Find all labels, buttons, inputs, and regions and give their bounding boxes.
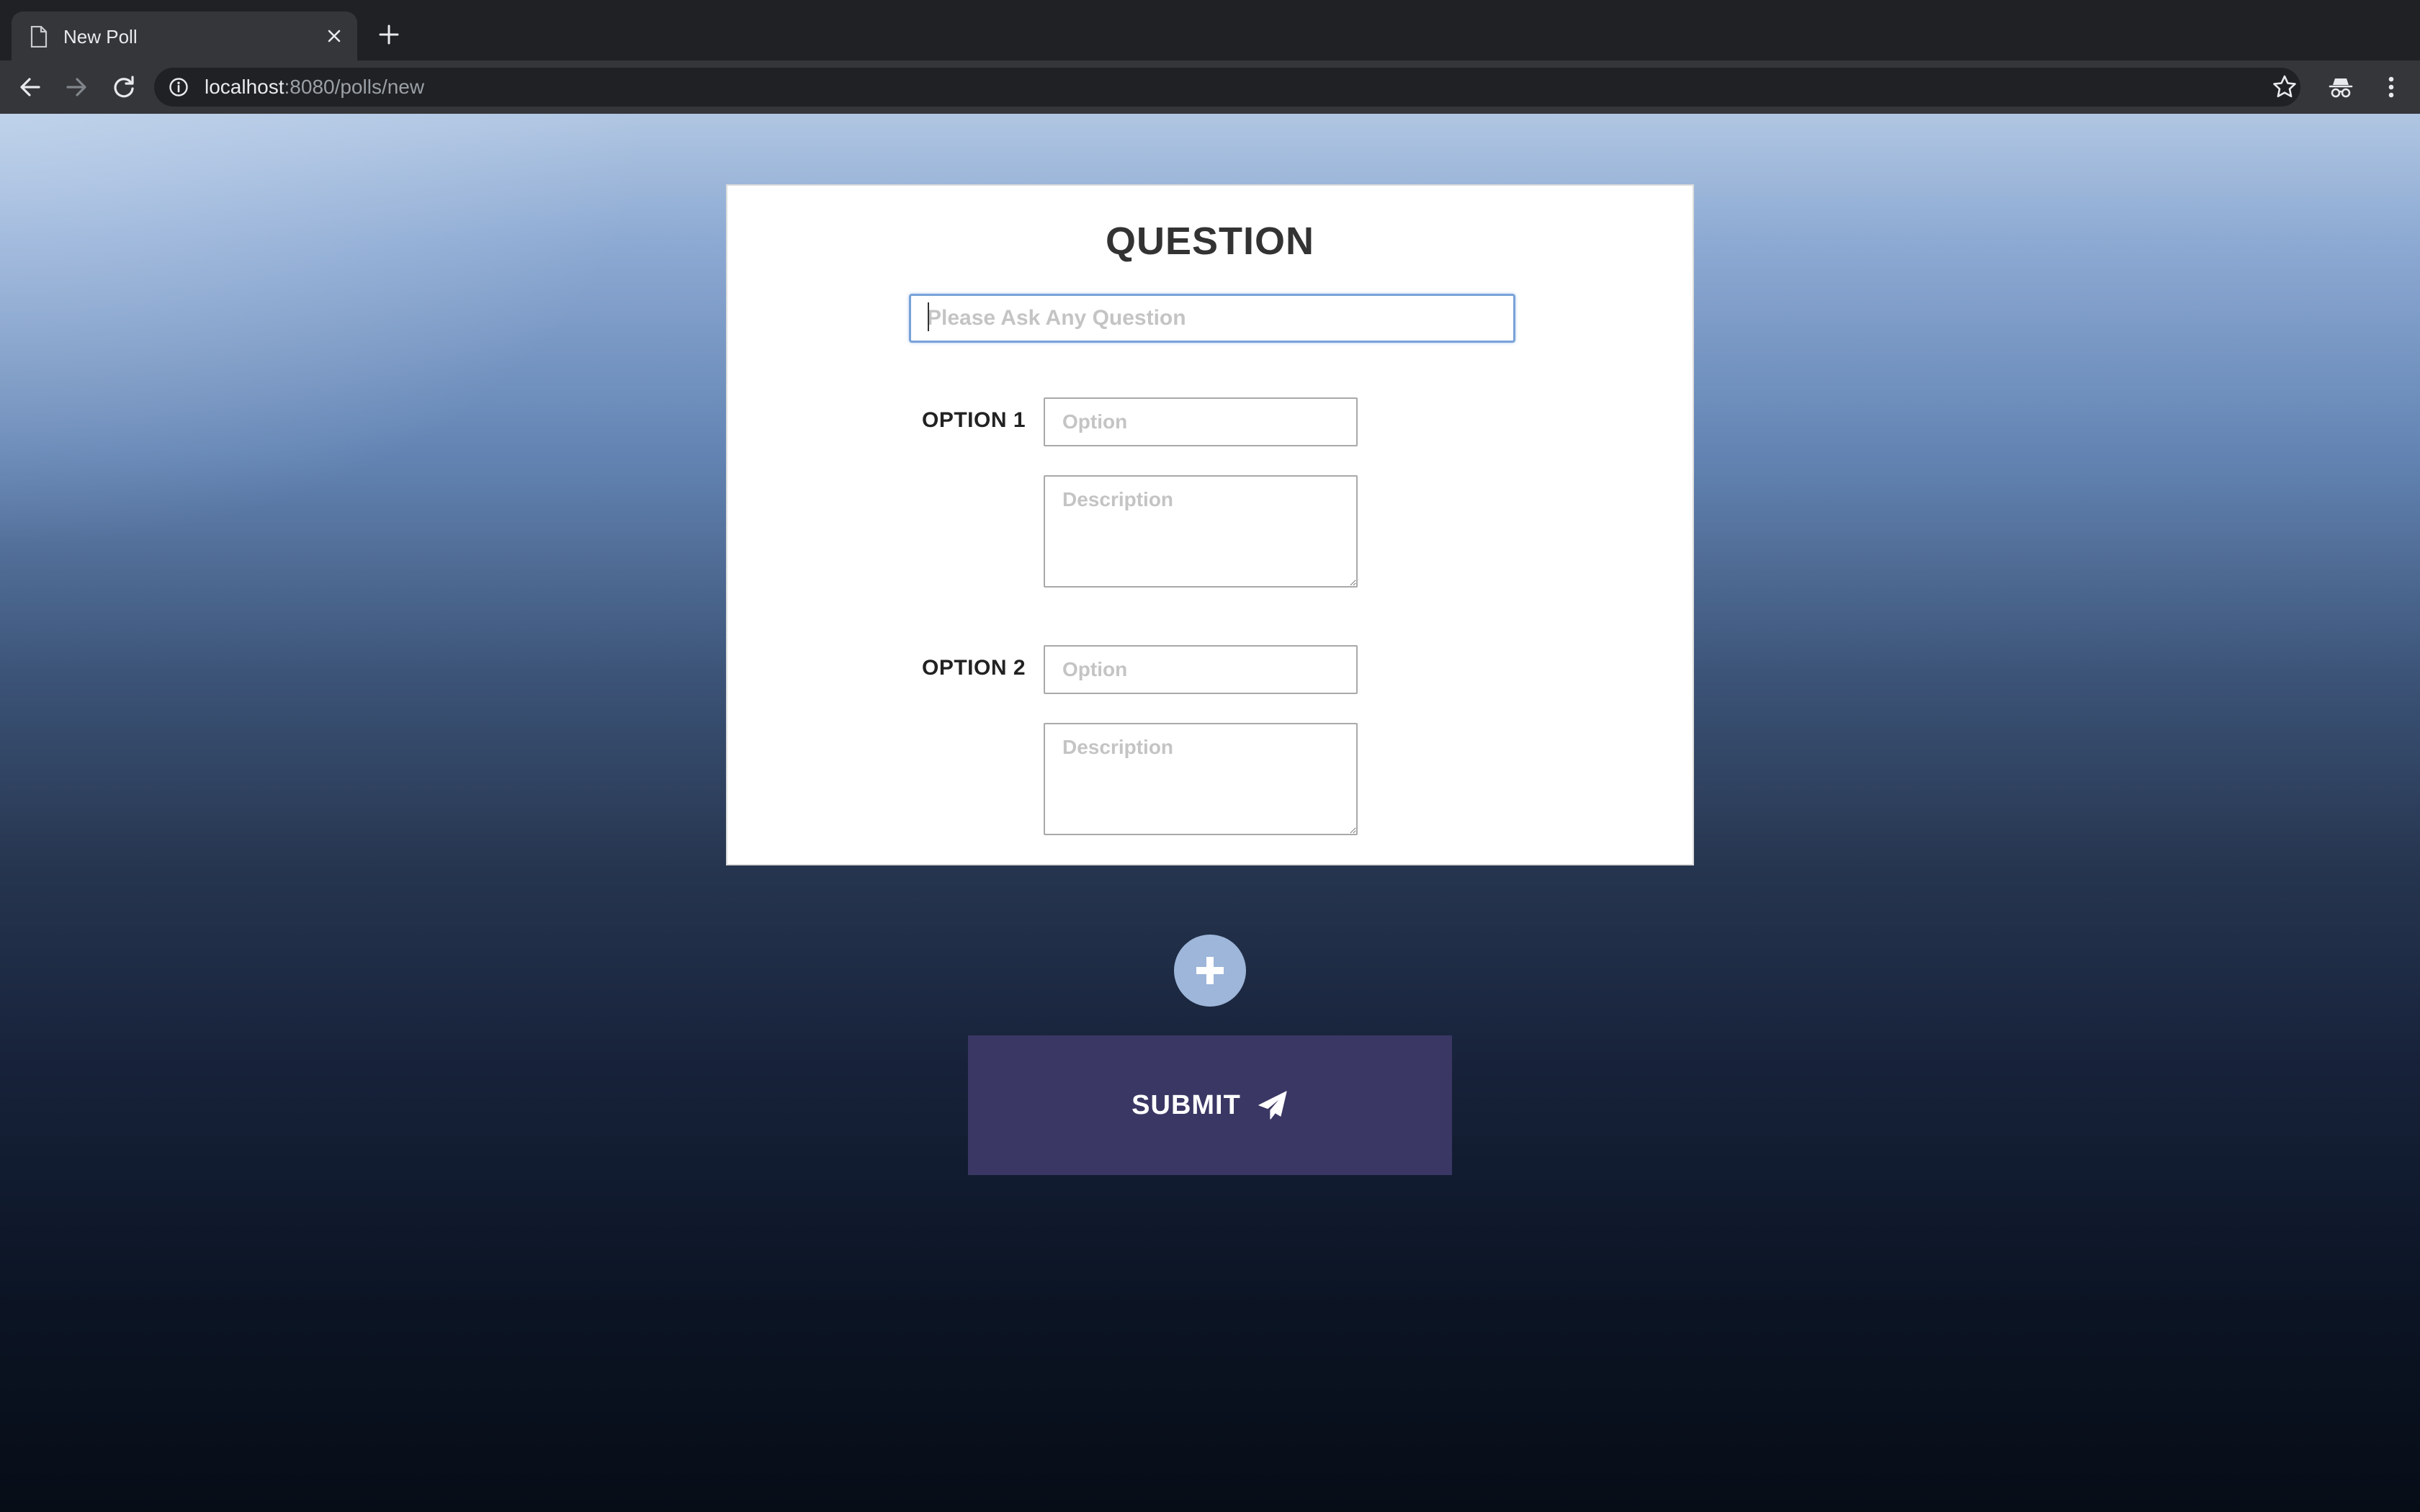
tab-new-poll[interactable]: New Poll (12, 12, 357, 60)
url-text: localhost:8080/polls/new (205, 76, 424, 98)
text-caret (928, 302, 929, 331)
poll-form-card: QUESTION OPTION 1 OPTION 2 (726, 184, 1694, 865)
page-viewport: QUESTION OPTION 1 OPTION 2 SUBMIT (0, 114, 2420, 1512)
bookmark-star-icon[interactable] (2270, 73, 2299, 102)
browser-toolbar: localhost:8080/polls/new (0, 60, 2420, 114)
add-option-button[interactable] (1174, 935, 1246, 1007)
question-heading: QUESTION (1105, 220, 1315, 263)
option-2-label: OPTION 2 (922, 656, 1026, 680)
address-bar[interactable]: localhost:8080/polls/new (154, 68, 2300, 107)
option-1-description[interactable] (1044, 475, 1358, 588)
submit-button[interactable]: SUBMIT (968, 1035, 1452, 1175)
option-2-input[interactable] (1044, 645, 1358, 694)
url-host: localhost (205, 76, 284, 98)
question-input[interactable] (909, 294, 1515, 343)
url-path: :8080/polls/new (284, 76, 425, 98)
paper-plane-icon (1258, 1091, 1287, 1120)
tab-strip: New Poll (0, 0, 2420, 60)
tab-title: New Poll (63, 26, 138, 48)
option-1-input[interactable] (1044, 397, 1358, 446)
forward-icon[interactable] (62, 73, 91, 102)
back-icon[interactable] (16, 73, 45, 102)
document-icon (30, 26, 48, 48)
incognito-icon[interactable] (2326, 73, 2355, 102)
close-tab-icon[interactable] (323, 24, 346, 48)
option-2-description[interactable] (1044, 723, 1358, 835)
option-1-label: OPTION 1 (922, 408, 1026, 432)
more-menu-icon[interactable] (2377, 73, 2406, 102)
reload-icon[interactable] (109, 73, 138, 102)
new-tab-icon[interactable] (375, 20, 403, 49)
submit-label: SUBMIT (1131, 1089, 1241, 1120)
info-icon[interactable] (169, 77, 189, 97)
plus-icon (1196, 957, 1224, 984)
